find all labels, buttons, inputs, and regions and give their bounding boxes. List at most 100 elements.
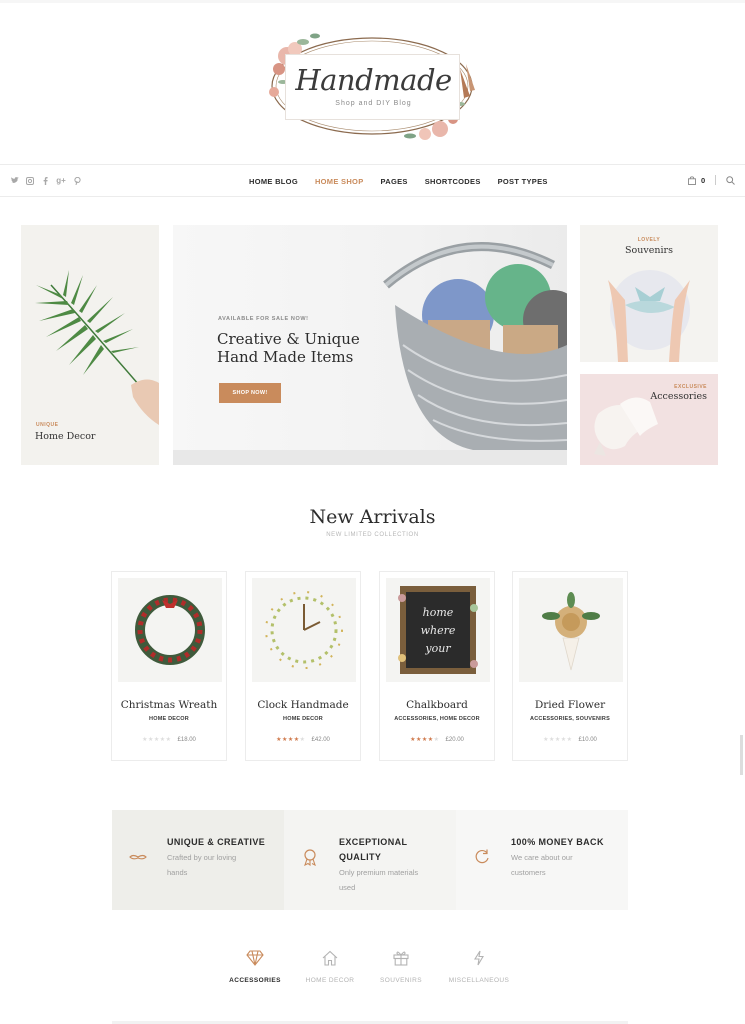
banner-title: Souvenirs [625, 245, 673, 256]
lightning-icon [474, 950, 484, 966]
star-rating: ★★★★★ [543, 737, 573, 743]
product-price: £42.00 [311, 736, 330, 743]
tab-souvenirs[interactable]: SOUVENIRS [361, 950, 441, 984]
chalkboard-text-3: your [424, 642, 451, 655]
product-category[interactable]: ACCESSORIES, HOME DECOR [380, 716, 494, 722]
dried-flower-image [542, 592, 600, 671]
banner-accessories[interactable]: EXCLUSIVE Accessories [580, 374, 718, 465]
section-subtitle: NEW LIMITED COLLECTION [326, 532, 419, 538]
banner-title: Accessories [650, 391, 707, 402]
product-meta: ★★★★★ £20.00 [380, 736, 494, 744]
feature-desc-line1: Crafted by our loving [167, 853, 237, 862]
diamond-icon [246, 950, 264, 966]
tab-label: MISCELLANEOUS [448, 977, 510, 984]
hero-headline: Creative & Unique Hand Made Items [217, 330, 387, 366]
tab-accessories[interactable]: ACCESSORIES [215, 950, 295, 984]
logo-title: Handmade [295, 63, 452, 97]
hero-headline-line2: Hand Made Items [217, 348, 354, 366]
banner-tag: UNIQUE [36, 422, 59, 428]
product-category[interactable]: HOME DECOR [246, 716, 360, 722]
product-name[interactable]: Chalkboard [380, 699, 494, 711]
banner-title: Home Decor [35, 431, 96, 442]
tab-label: HOME DECOR [305, 977, 355, 984]
product-image[interactable] [252, 578, 356, 682]
main-navigation: g+ HOME BLOG HOME SHOP PAGES SHORTCODES … [0, 164, 745, 197]
tab-label: SOUVENIRS [380, 977, 422, 984]
nav-post-types[interactable]: POST TYPES [498, 177, 548, 186]
feature-money-back: 100% MONEY BACK We care about our custom… [456, 810, 628, 910]
product-name[interactable]: Christmas Wreath [112, 699, 226, 711]
logo-subtitle: Shop and DIY Blog [335, 100, 412, 107]
product-card[interactable]: home where your Chalkboard ACCESSORIES, … [379, 571, 495, 761]
christmas-wreath-image [135, 595, 205, 665]
nav-home-shop[interactable]: HOME SHOP [315, 177, 364, 186]
star-rating: ★★★★★ [276, 737, 306, 743]
feature-title-line2: QUALITY [339, 852, 382, 862]
product-meta: ★★★★★ £10.00 [513, 736, 627, 744]
banner-tag: LOVELY [637, 237, 661, 243]
nav-divider [715, 175, 717, 185]
hero-tag: AVAILABLE FOR SALE NOW! [218, 316, 309, 322]
hero-banner: AVAILABLE FOR SALE NOW! Creative & Uniqu… [173, 225, 567, 465]
social-links: g+ [11, 176, 81, 185]
banner-home-decor[interactable]: UNIQUE Home Decor [21, 225, 159, 465]
product-category[interactable]: HOME DECOR [112, 716, 226, 722]
section-title: New Arrivals [309, 506, 436, 528]
product-image[interactable] [519, 578, 623, 682]
product-price: £18.00 [177, 736, 196, 743]
top-border [0, 0, 745, 3]
feature-unique-creative: UNIQUE & CREATIVE Crafted by our loving … [112, 810, 284, 910]
google-plus-icon[interactable]: g+ [56, 176, 66, 185]
pinterest-icon[interactable] [73, 176, 81, 185]
menu: HOME BLOG HOME SHOP PAGES SHORTCODES POS… [249, 177, 548, 186]
home-icon [322, 950, 338, 966]
feature-title-line1: EXCEPTIONAL [339, 837, 408, 847]
chalkboard-text-1: home [423, 606, 454, 619]
star-rating: ★★★★★ [142, 737, 172, 743]
feature-title: UNIQUE & CREATIVE [167, 837, 266, 847]
chalkboard-image: home where your [398, 586, 478, 674]
banner-souvenirs[interactable]: LOVELY Souvenirs [580, 225, 718, 362]
feature-title: EXCEPTIONAL QUALITY [339, 835, 444, 865]
site-logo[interactable]: Handmade Shop and DIY Blog [265, 24, 480, 144]
nav-home-blog[interactable]: HOME BLOG [249, 177, 298, 186]
cart-count[interactable]: 0 [701, 176, 705, 185]
feature-title: 100% MONEY BACK [511, 837, 604, 847]
product-category[interactable]: ACCESSORIES, SOUVENIRS [513, 716, 627, 722]
nav-pages[interactable]: PAGES [381, 177, 408, 186]
gift-icon [393, 951, 409, 966]
cart-area: 0 [688, 175, 736, 185]
product-meta: ★★★★★ £42.00 [246, 736, 360, 744]
scrollbar-thumb[interactable] [740, 735, 743, 775]
feature-desc-line1: Only premium materials [339, 868, 419, 877]
award-ribbon-icon [304, 849, 316, 866]
hero-headline-line1: Creative & Unique [217, 330, 360, 348]
product-meta: ★★★★★ £18.00 [112, 736, 226, 744]
shop-now-button[interactable]: SHOP NOW! [219, 383, 281, 403]
product-card[interactable]: Dried Flower ACCESSORIES, SOUVENIRS ★★★★… [512, 571, 628, 761]
refresh-icon [475, 849, 489, 864]
product-image[interactable] [118, 578, 222, 682]
palm-leaf-image [35, 270, 159, 425]
tab-miscellaneous[interactable]: MISCELLANEOUS [439, 950, 519, 984]
twitter-icon[interactable] [11, 176, 19, 185]
tab-label: ACCESSORIES [229, 977, 281, 984]
shopping-bag-icon[interactable] [688, 175, 696, 185]
facebook-icon[interactable] [41, 176, 49, 185]
star-rating: ★★★★★ [410, 737, 440, 743]
product-image[interactable]: home where your [386, 578, 490, 682]
product-card[interactable]: Christmas Wreath HOME DECOR ★★★★★ £18.00 [111, 571, 227, 761]
banner-tag: EXCLUSIVE [674, 384, 707, 390]
instagram-icon[interactable] [26, 176, 34, 185]
nav-shortcodes[interactable]: SHORTCODES [425, 177, 481, 186]
search-icon[interactable] [726, 175, 736, 185]
feature-desc-line2: used [339, 883, 356, 892]
product-card[interactable]: Clock Handmade HOME DECOR ★★★★★ £42.00 [245, 571, 361, 761]
feature-desc-line2: hands [167, 868, 188, 877]
product-price: £10.00 [578, 736, 597, 743]
feature-exceptional-quality: EXCEPTIONAL QUALITY Only premium materia… [284, 810, 456, 910]
feature-desc-line2: customers [511, 868, 546, 877]
tab-home-decor[interactable]: HOME DECOR [290, 950, 370, 984]
product-name[interactable]: Clock Handmade [246, 699, 360, 711]
product-name[interactable]: Dried Flower [513, 699, 627, 711]
